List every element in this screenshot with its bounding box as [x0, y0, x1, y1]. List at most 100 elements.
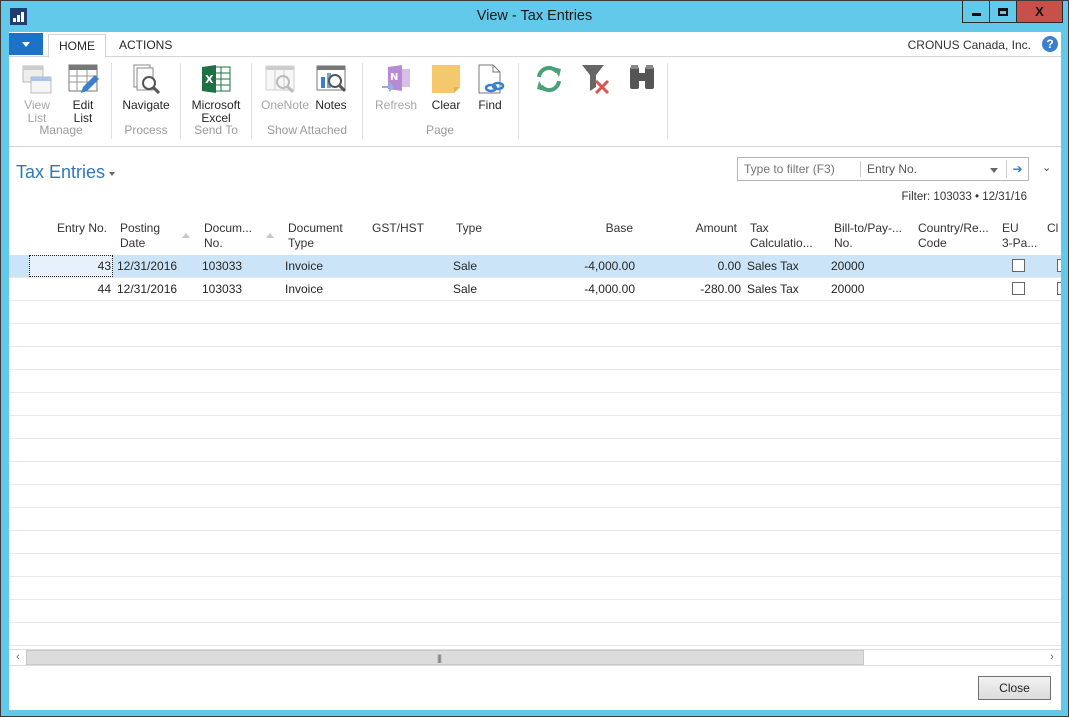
column-header-document-no[interactable]: Docum... No.	[204, 221, 252, 251]
cell-entry-no: 44	[97, 282, 111, 296]
column-header-type[interactable]: Type	[456, 221, 482, 236]
application-menu-button[interactable]	[9, 33, 43, 55]
close-icon: X	[1035, 4, 1044, 19]
tab-home[interactable]: HOME	[48, 34, 106, 58]
ribbon-group-view: OneNote Notes Show Attached	[253, 61, 361, 143]
column-header-gst-hst[interactable]: GST/HST	[372, 221, 424, 236]
eu-3-party-checkbox[interactable]	[1012, 282, 1025, 295]
empty-row	[9, 324, 1061, 347]
empty-row	[9, 531, 1061, 554]
filter-field-select[interactable]: Entry No.	[860, 161, 980, 177]
cell-document-no: 103033	[202, 259, 243, 273]
column-header-eu-3-party[interactable]: EU 3-Pa...	[1002, 221, 1037, 251]
close-button[interactable]: Close	[978, 676, 1051, 700]
onenote-icon: N	[380, 63, 412, 95]
scroll-right-icon[interactable]: ›	[1045, 650, 1059, 665]
notes-icon	[430, 63, 462, 95]
cell-tax-calculation: Sales Tax	[747, 259, 799, 273]
navigate-icon	[130, 63, 162, 95]
window: View - Tax Entries X HOME ACTIONS CRONUS…	[0, 0, 1069, 717]
ribbon-tab-bar: HOME ACTIONS CRONUS Canada, Inc. ?	[9, 32, 1061, 58]
show-as-chart-button[interactable]: Notes	[305, 61, 357, 112]
onenote-button[interactable]: N Refresh	[370, 61, 422, 112]
scrollbar-thumb[interactable]: |||	[26, 650, 864, 665]
show-as-list-icon	[264, 63, 296, 95]
apply-filter-arrow-icon[interactable]: ➔	[1006, 160, 1028, 178]
navigate-button[interactable]: Navigate	[117, 61, 175, 112]
scroll-left-icon[interactable]: ‹	[11, 650, 25, 665]
ribbon-separator	[362, 63, 363, 139]
cell-entry-no: 43	[97, 259, 111, 273]
empty-row	[9, 347, 1061, 370]
eu-3-party-checkbox[interactable]	[1012, 259, 1025, 272]
minimize-button[interactable]	[962, 1, 990, 23]
clear-filter-button[interactable]	[574, 61, 618, 99]
excel-icon: X	[200, 63, 232, 95]
column-header-country-region-code[interactable]: Country/Re... Code	[918, 221, 989, 251]
filter-summary: Filter: 103033 • 12/31/16	[901, 191, 1027, 203]
links-button[interactable]: Find	[470, 61, 510, 112]
ribbon-group-process: Navigate Process	[113, 61, 179, 143]
company-name: CRONUS Canada, Inc.	[907, 38, 1031, 52]
tax-entries-grid: Entry No. Posting Date Docum... No. Docume…	[9, 214, 1061, 652]
column-header-amount[interactable]: Amount	[696, 221, 737, 236]
collapse-filter-chevron-icon[interactable]: ⌄	[1042, 161, 1051, 174]
show-as-list-button[interactable]: OneNote	[261, 61, 309, 112]
ribbon-separator	[518, 63, 519, 139]
title-bar: View - Tax Entries X	[1, 1, 1068, 32]
table-row[interactable]: 44 12/31/2016 103033 Invoice Sale -4,000.00 -2…	[9, 278, 1061, 301]
cell-type: Sale	[453, 259, 478, 273]
empty-row	[9, 370, 1061, 393]
ribbon-separator	[667, 63, 668, 139]
refresh-button[interactable]	[526, 61, 572, 99]
edit-list-button[interactable]: Edit List	[63, 61, 103, 125]
column-header-posting-date[interactable]: Posting Date	[120, 221, 160, 251]
grip-icon: |||	[437, 653, 442, 663]
empty-row	[9, 301, 1061, 324]
empty-row	[9, 508, 1061, 531]
column-header-document-type[interactable]: Document Type	[288, 221, 343, 251]
view-list-icon	[21, 63, 53, 95]
microsoft-excel-button[interactable]: X Microsoft Excel	[186, 61, 246, 125]
find-icon	[626, 63, 658, 95]
column-header-tax-calculation[interactable]: Tax Calculatio...	[750, 221, 813, 251]
show-as-chart-icon	[315, 63, 347, 95]
cell-bill-to-no: 20000	[831, 259, 865, 273]
maximize-icon	[998, 7, 1008, 16]
tab-actions[interactable]: ACTIONS	[109, 34, 182, 58]
chevron-down-icon[interactable]	[990, 168, 998, 173]
closed-checkbox[interactable]	[1057, 282, 1061, 295]
filter-input[interactable]	[738, 158, 860, 180]
help-icon[interactable]: ?	[1042, 36, 1058, 52]
window-title: View - Tax Entries	[476, 8, 593, 24]
column-header-base[interactable]: Base	[606, 221, 633, 236]
clear-filter-icon	[580, 63, 612, 95]
cell-bill-to-no: 20000	[831, 282, 865, 296]
page-title[interactable]: Tax Entries	[16, 162, 105, 183]
cell-base: -4,000.00	[584, 282, 635, 296]
empty-row	[9, 485, 1061, 508]
cell-document-type: Invoice	[285, 282, 324, 296]
ribbon-group-page	[520, 61, 666, 143]
column-header-entry-no[interactable]: Entry No.	[57, 221, 107, 236]
column-header-bill-to-pay-to-no[interactable]: Bill-to/Pay-... No.	[834, 221, 902, 251]
horizontal-scrollbar[interactable]: ‹ ||| ›	[9, 649, 1061, 666]
empty-row	[9, 416, 1061, 439]
notes-button[interactable]: Clear	[426, 61, 466, 112]
page-title-dropdown-icon[interactable]	[109, 172, 115, 176]
view-list-button[interactable]: View List	[17, 61, 57, 125]
closed-checkbox[interactable]	[1057, 259, 1061, 272]
maximize-button[interactable]	[989, 1, 1017, 23]
edit-list-icon	[67, 63, 99, 95]
cell-base: -4,000.00	[584, 259, 635, 273]
ribbon-group-send-to: X Microsoft Excel Send To	[182, 61, 250, 143]
ribbon-separator	[180, 63, 181, 139]
minimize-icon	[971, 13, 981, 16]
close-window-button[interactable]: X	[1016, 1, 1063, 23]
column-header-closed[interactable]: Cl	[1047, 221, 1058, 236]
sort-ascending-icon	[266, 233, 274, 238]
ribbon: View List Edit List Manage Navigate Proc…	[9, 57, 1061, 147]
cell-tax-calculation: Sales Tax	[747, 282, 799, 296]
find-button[interactable]	[622, 61, 662, 99]
table-row[interactable]: 43 12/31/2016 103033 Invoice Sale -4,000.00 0.…	[9, 255, 1061, 278]
